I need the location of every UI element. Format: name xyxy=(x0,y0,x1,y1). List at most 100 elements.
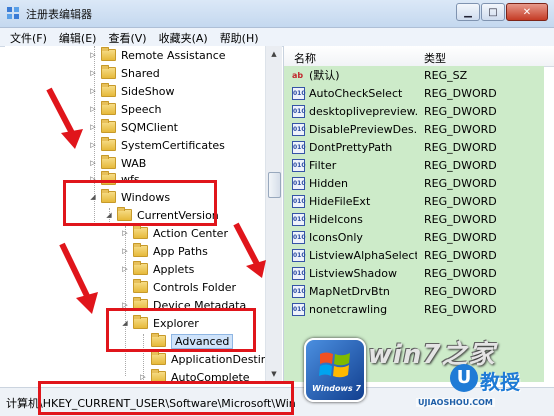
value-row[interactable]: 010 AutoCheckSelect REG_DWORD xyxy=(284,84,544,102)
maximize-button[interactable]: □ xyxy=(481,3,505,21)
tree-item-sqmclient[interactable]: ▷ SQMClient xyxy=(89,118,178,136)
tree-item-controls-folder[interactable]: Controls Folder xyxy=(121,278,236,296)
watermark-brand: 教授 xyxy=(480,370,520,394)
tree-item-action-center[interactable]: ▷ Action Center xyxy=(121,224,228,242)
dword-value-icon: 010 xyxy=(292,104,306,118)
dword-value-icon: 010 xyxy=(292,284,306,298)
scrollbar-thumb[interactable] xyxy=(268,172,281,198)
tree-item-label: ApplicationDestinations xyxy=(171,352,265,366)
menu-help[interactable]: 帮助(H) xyxy=(220,28,259,46)
tree-item-app-paths[interactable]: ▷ App Paths xyxy=(121,242,208,260)
value-row[interactable]: ab (默认) REG_SZ xyxy=(284,66,544,84)
expand-arrow-icon[interactable]: ▷ xyxy=(89,141,97,149)
value-row[interactable]: 010 nonetcrawling REG_DWORD xyxy=(284,300,544,318)
folder-icon xyxy=(133,279,148,293)
expand-arrow-icon[interactable]: ▷ xyxy=(139,373,147,381)
value-row[interactable]: 010 HideFileExt REG_DWORD xyxy=(284,192,544,210)
value-row[interactable]: 010 HideIcons REG_DWORD xyxy=(284,210,544,228)
value-type: REG_SZ xyxy=(424,68,468,82)
value-name: nonetcrawling xyxy=(309,302,388,316)
value-name: MapNetDrvBtn xyxy=(309,284,390,298)
value-row[interactable]: 010 DontPrettyPath REG_DWORD xyxy=(284,138,544,156)
site-watermark: Windows 7 win7之家 U 教授 UJIAOSHOU.COM xyxy=(300,332,554,415)
dword-value-icon: 010 xyxy=(292,266,306,280)
window-title: 注册表编辑器 xyxy=(26,8,92,21)
expand-arrow-icon[interactable]: ▷ xyxy=(121,247,129,255)
tree-item-applicationdestinations[interactable]: ApplicationDestinations xyxy=(139,350,265,368)
dword-value-icon: 010 xyxy=(292,194,306,208)
value-row[interactable]: 010 ListviewShadow REG_DWORD xyxy=(284,264,544,282)
expand-arrow-icon[interactable]: ▷ xyxy=(89,159,97,167)
value-type: REG_DWORD xyxy=(424,212,497,226)
value-name: HideIcons xyxy=(309,212,363,226)
tree-item-label: Controls Folder xyxy=(153,280,236,294)
menu-edit[interactable]: 编辑(E) xyxy=(59,28,97,46)
minimize-button[interactable]: ▁ xyxy=(456,3,480,21)
menu-file[interactable]: 文件(F) xyxy=(10,28,47,46)
menu-view[interactable]: 查看(V) xyxy=(108,28,146,46)
dword-value-icon: 010 xyxy=(292,176,306,190)
value-row[interactable]: 010 IconsOnly REG_DWORD xyxy=(284,228,544,246)
tree-item-remote-assistance[interactable]: ▷ Remote Assistance xyxy=(89,46,226,64)
folder-icon xyxy=(101,83,116,97)
dword-value-icon: 010 xyxy=(292,86,306,100)
value-row[interactable]: 010 ListviewAlphaSelect REG_DWORD xyxy=(284,246,544,264)
expand-arrow-icon[interactable]: ▷ xyxy=(121,265,129,273)
value-row[interactable]: 010 DisablePreviewDes... REG_DWORD xyxy=(284,120,544,138)
value-name: AutoCheckSelect xyxy=(309,86,403,100)
value-row[interactable]: 010 desktoplivepreview... REG_DWORD xyxy=(284,102,544,120)
value-row[interactable]: 010 MapNetDrvBtn REG_DWORD xyxy=(284,282,544,300)
folder-icon xyxy=(101,101,116,115)
expand-arrow-icon[interactable]: ▷ xyxy=(121,229,129,237)
column-name-header[interactable]: 名称 xyxy=(294,50,316,66)
u-logo-icon: U xyxy=(450,364,478,392)
tree-item-label: SystemCertificates xyxy=(121,138,225,152)
menu-favorites[interactable]: 收藏夹(A) xyxy=(159,28,208,46)
value-type: REG_DWORD xyxy=(424,266,497,280)
scroll-down-icon[interactable]: ▼ xyxy=(266,366,282,382)
tree-item-label: SQMClient xyxy=(121,120,178,134)
value-name: ListviewAlphaSelect xyxy=(309,248,417,262)
scroll-up-icon[interactable]: ▲ xyxy=(266,46,282,62)
tree-item-autocomplete[interactable]: ▷ AutoComplete xyxy=(139,368,250,382)
value-name: desktoplivepreview... xyxy=(309,104,417,118)
dword-value-icon: 010 xyxy=(292,212,306,226)
red-arrow-icon xyxy=(46,87,83,149)
value-type: REG_DWORD xyxy=(424,284,497,298)
folder-icon xyxy=(133,225,148,239)
dword-value-icon: 010 xyxy=(292,158,306,172)
expand-arrow-icon[interactable]: ▷ xyxy=(89,123,97,131)
tree-vertical-scrollbar[interactable]: ▲ ▼ xyxy=(265,46,282,382)
dword-value-icon: 010 xyxy=(292,248,306,262)
value-name: Filter xyxy=(309,158,337,172)
value-row[interactable]: 010 Hidden REG_DWORD xyxy=(284,174,544,192)
column-type-header[interactable]: 类型 xyxy=(424,50,446,66)
expand-arrow-icon[interactable]: ▷ xyxy=(89,51,97,59)
expand-arrow-icon[interactable]: ▷ xyxy=(89,105,97,113)
registry-editor-icon xyxy=(7,7,19,19)
value-name: DisablePreviewDes... xyxy=(309,122,417,136)
value-type: REG_DWORD xyxy=(424,158,497,172)
tree-item-speech[interactable]: ▷ Speech xyxy=(89,100,162,118)
tree-item-shared[interactable]: ▷ Shared xyxy=(89,64,160,82)
tree-item-sideshow[interactable]: ▷ SideShow xyxy=(89,82,174,100)
tree-item-label: Remote Assistance xyxy=(121,48,226,62)
highlight-box-windows xyxy=(63,180,217,226)
menu-bar: 文件(F) 编辑(E) 查看(V) 收藏夹(A) 帮助(H) xyxy=(0,28,554,47)
title-bar: 注册表编辑器 ▁ □ ✕ xyxy=(0,0,554,28)
expand-arrow-icon[interactable]: ▷ xyxy=(89,69,97,77)
red-arrow-icon xyxy=(59,242,98,314)
expand-arrow-icon[interactable]: ▷ xyxy=(89,87,97,95)
value-type: REG_DWORD xyxy=(424,176,497,190)
watermark-title: win7之家 xyxy=(368,340,496,370)
close-button[interactable]: ✕ xyxy=(506,3,548,21)
tree-item-label: Speech xyxy=(121,102,162,116)
value-type: REG_DWORD xyxy=(424,248,497,262)
tree-item-applets[interactable]: ▷ Applets xyxy=(121,260,194,278)
folder-icon xyxy=(101,155,116,169)
tree-item-label: SideShow xyxy=(121,84,175,98)
value-name: ListviewShadow xyxy=(309,266,397,280)
dword-value-icon: 010 xyxy=(292,122,306,136)
tree-item-systemcertificates[interactable]: ▷ SystemCertificates xyxy=(89,136,225,154)
value-row[interactable]: 010 Filter REG_DWORD xyxy=(284,156,544,174)
